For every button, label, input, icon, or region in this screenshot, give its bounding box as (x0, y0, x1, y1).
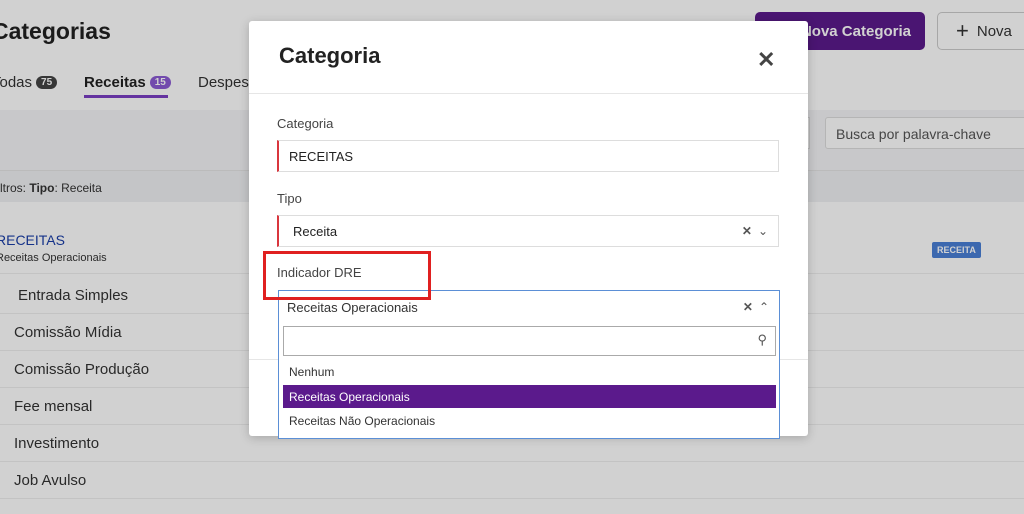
modal-title: Categoria (279, 43, 381, 68)
tipo-value: Receita (293, 224, 338, 239)
close-icon[interactable]: ✕ (757, 47, 775, 73)
indicador-dre-value: Receitas Operacionais (287, 300, 418, 315)
tipo-label: Tipo (277, 191, 302, 206)
clear-icon[interactable]: ✕ (743, 300, 753, 314)
tipo-select[interactable]: Receita ✕ ⌄ (277, 215, 779, 247)
dropdown-option[interactable]: Receitas Não Operacionais (283, 409, 776, 432)
categoria-label: Categoria (277, 116, 334, 131)
dropdown-option-selected[interactable]: Receitas Operacionais (283, 385, 776, 408)
chevron-up-icon[interactable]: ⌃ (759, 300, 769, 314)
categoria-input[interactable]: RECEITAS (277, 140, 779, 172)
divider (249, 93, 808, 94)
annotation-highlight (263, 251, 431, 300)
dropdown-menu: ⚲ Nenhum Receitas Operacionais Receitas … (278, 325, 780, 439)
dropdown-option[interactable]: Nenhum (283, 360, 776, 383)
search-icon: ⚲ (757, 332, 767, 347)
clear-icon[interactable]: ✕ (742, 224, 752, 238)
chevron-down-icon[interactable]: ⌄ (758, 224, 768, 238)
dropdown-search-input[interactable]: ⚲ (283, 326, 776, 356)
